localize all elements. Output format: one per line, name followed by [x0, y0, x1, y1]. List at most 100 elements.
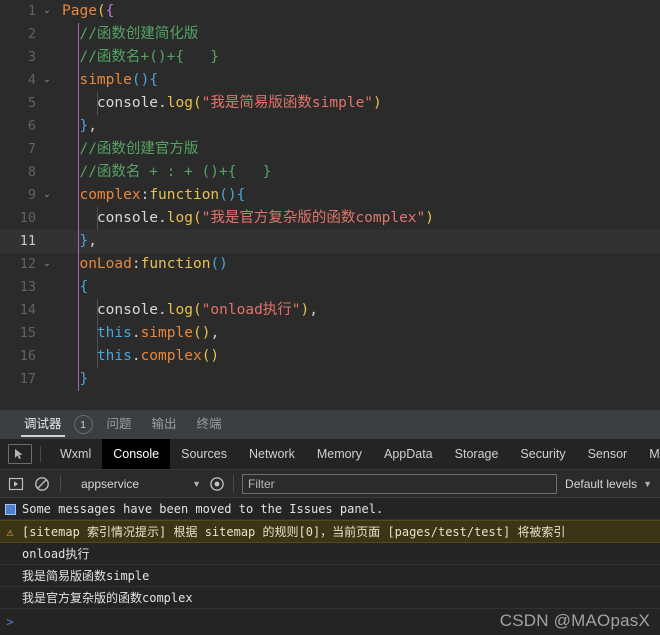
- code-token: complex: [140, 348, 202, 364]
- console-messages[interactable]: Some messages have been moved to the Iss…: [0, 498, 660, 635]
- code-token: ): [373, 95, 382, 111]
- line-number: 5: [27, 95, 36, 111]
- code-token: //函数名+()+{ }: [79, 49, 219, 65]
- code-token: "我是官方复杂版的函数complex": [201, 210, 426, 226]
- devtools-tabbar[interactable]: Wxml Console Sources Network Memory AppData St…: [0, 439, 660, 470]
- console-prompt-row[interactable]: > CSDN @MAOpasX: [0, 609, 660, 635]
- code-token: (: [192, 95, 202, 111]
- code-text: //函数创建官方版: [56, 138, 660, 161]
- code-line[interactable]: 17 }: [0, 368, 660, 391]
- inspect-element-icon[interactable]: [8, 444, 32, 464]
- code-token: ): [300, 302, 310, 318]
- devtools-tab-security[interactable]: Security: [509, 439, 576, 469]
- code-text: complex:function(){: [56, 184, 660, 207]
- devtools-tab-appdata[interactable]: AppData: [373, 439, 444, 469]
- code-line[interactable]: 9 ⌄ complex:function(){: [0, 184, 660, 207]
- code-token: .: [158, 95, 167, 111]
- console-context-selector[interactable]: appservice ▼: [81, 477, 207, 491]
- console-message[interactable]: Some messages have been moved to the Iss…: [0, 498, 660, 520]
- console-sidebar-toggle-icon[interactable]: [8, 476, 24, 492]
- panel-tabbar[interactable]: 调试器 1 问题 输出 终端: [0, 409, 660, 439]
- console-filter-input[interactable]: Filter: [242, 473, 558, 494]
- code-token: Page: [62, 3, 97, 19]
- code-token: //函数名 + : + ()+{ }: [79, 164, 272, 180]
- code-lines[interactable]: 1 ⌄ Page({2 //函数创建简化版 3 //函数名+()+{ } 4 ⌄ simp…: [0, 0, 660, 391]
- code-line[interactable]: 3 //函数名+()+{ }: [0, 46, 660, 69]
- code-line[interactable]: 6 },: [0, 115, 660, 138]
- code-text: //函数名 + : + ()+{ }: [56, 161, 660, 184]
- code-token: function: [140, 256, 211, 272]
- code-line[interactable]: 7 //函数创建官方版: [0, 138, 660, 161]
- console-message-text: 我是简易版函数simple: [22, 569, 150, 583]
- code-line[interactable]: 1 ⌄ Page({: [0, 0, 660, 23]
- clear-console-icon[interactable]: [34, 476, 50, 492]
- code-token: (): [219, 187, 237, 203]
- code-line[interactable]: 8 //函数名 + : + ()+{ }: [0, 161, 660, 184]
- code-line[interactable]: 5 console.log("我是简易版函数simple"): [0, 92, 660, 115]
- code-line[interactable]: 16 this.complex(): [0, 345, 660, 368]
- code-line[interactable]: 12 ⌄ onLoad:function(): [0, 253, 660, 276]
- code-line[interactable]: 15 this.simple(),: [0, 322, 660, 345]
- code-token: (: [96, 3, 106, 19]
- code-token: ,: [210, 325, 220, 341]
- code-line[interactable]: 10 console.log("我是官方复杂版的函数complex"): [0, 207, 660, 230]
- devtools-tab-sensor[interactable]: Sensor: [577, 439, 639, 469]
- console-message-text: 我是官方复杂版的函数complex: [22, 591, 193, 605]
- code-token: ,: [88, 118, 97, 134]
- code-token: {: [236, 187, 246, 203]
- line-number: 6: [27, 118, 36, 134]
- code-token: {: [149, 72, 159, 88]
- code-token: log: [166, 95, 193, 111]
- code-token: }: [79, 371, 89, 387]
- code-text: this.complex(): [56, 345, 660, 368]
- code-text: //函数名+()+{ }: [56, 46, 660, 69]
- panel-tab-2[interactable]: 问题: [97, 410, 142, 439]
- console-settings-eye-icon[interactable]: [209, 476, 225, 492]
- code-line[interactable]: 13 {: [0, 276, 660, 299]
- line-number: 3: [27, 49, 36, 65]
- line-number: 9: [27, 187, 36, 203]
- console-message[interactable]: onload执行: [0, 543, 660, 565]
- code-text: this.simple(),: [56, 322, 660, 345]
- devtools-tab-storage[interactable]: Storage: [444, 439, 510, 469]
- code-token: ,: [88, 233, 97, 249]
- fold-chevron-icon[interactable]: ⌄: [38, 0, 56, 22]
- chevron-down-icon: ▼: [192, 478, 201, 489]
- devtools-tab-network[interactable]: Network: [238, 439, 306, 469]
- devtools-tab-console[interactable]: Console: [102, 439, 171, 469]
- fold-chevron-icon[interactable]: ⌄: [38, 252, 56, 275]
- console-message[interactable]: 我是官方复杂版的函数complex: [0, 587, 660, 609]
- fold-chevron-icon[interactable]: ⌄: [38, 68, 56, 91]
- code-line[interactable]: 2 //函数创建简化版: [0, 23, 660, 46]
- code-token: (): [201, 348, 220, 364]
- code-line[interactable]: 4 ⌄ simple(){: [0, 69, 660, 92]
- code-line[interactable]: 14 console.log("onload执行"),: [0, 299, 660, 322]
- fold-chevron-icon[interactable]: ⌄: [38, 183, 56, 206]
- panel-tab-1[interactable]: 调试器: [14, 410, 72, 439]
- toolbar-divider: [233, 475, 234, 492]
- console-filter-placeholder: Filter: [248, 476, 275, 491]
- devtools-tab-sources[interactable]: Sources: [170, 439, 238, 469]
- line-number: 7: [27, 141, 36, 157]
- code-token: .: [131, 325, 141, 341]
- devtools-tab-wxml[interactable]: Wxml: [49, 439, 102, 469]
- console-log-levels-dropdown[interactable]: Default levels ▼: [565, 477, 652, 491]
- console-context-value: appservice: [81, 476, 140, 491]
- code-token: console: [96, 302, 159, 318]
- console-toolbar[interactable]: appservice ▼ Filter Default levels ▼: [0, 470, 660, 498]
- console-message[interactable]: ⚠ [sitemap 索引情况提示] 根据 sitemap 的规则[0]，当前页面…: [0, 520, 660, 543]
- chevron-down-icon: ▼: [643, 478, 652, 489]
- panel-tab-4[interactable]: 终端: [187, 410, 232, 439]
- devtools-tab-mo[interactable]: Mo: [638, 439, 660, 469]
- warning-icon: ⚠: [6, 524, 14, 539]
- console-message-text: [sitemap 索引情况提示] 根据 sitemap 的规则[0]，当前页面 …: [22, 525, 566, 539]
- panel-tab-3[interactable]: 输出: [142, 410, 187, 439]
- console-message[interactable]: 我是简易版函数simple: [0, 565, 660, 587]
- line-number: 17: [19, 371, 36, 387]
- code-editor[interactable]: 1 ⌄ Page({2 //函数创建简化版 3 //函数名+()+{ } 4 ⌄ simp…: [0, 0, 660, 409]
- line-number: 13: [19, 279, 36, 295]
- code-token: console: [96, 95, 159, 111]
- devtools-tab-memory[interactable]: Memory: [306, 439, 373, 469]
- code-text: console.log("我是官方复杂版的函数complex"): [56, 207, 660, 230]
- code-line[interactable]: 11 },: [0, 230, 660, 253]
